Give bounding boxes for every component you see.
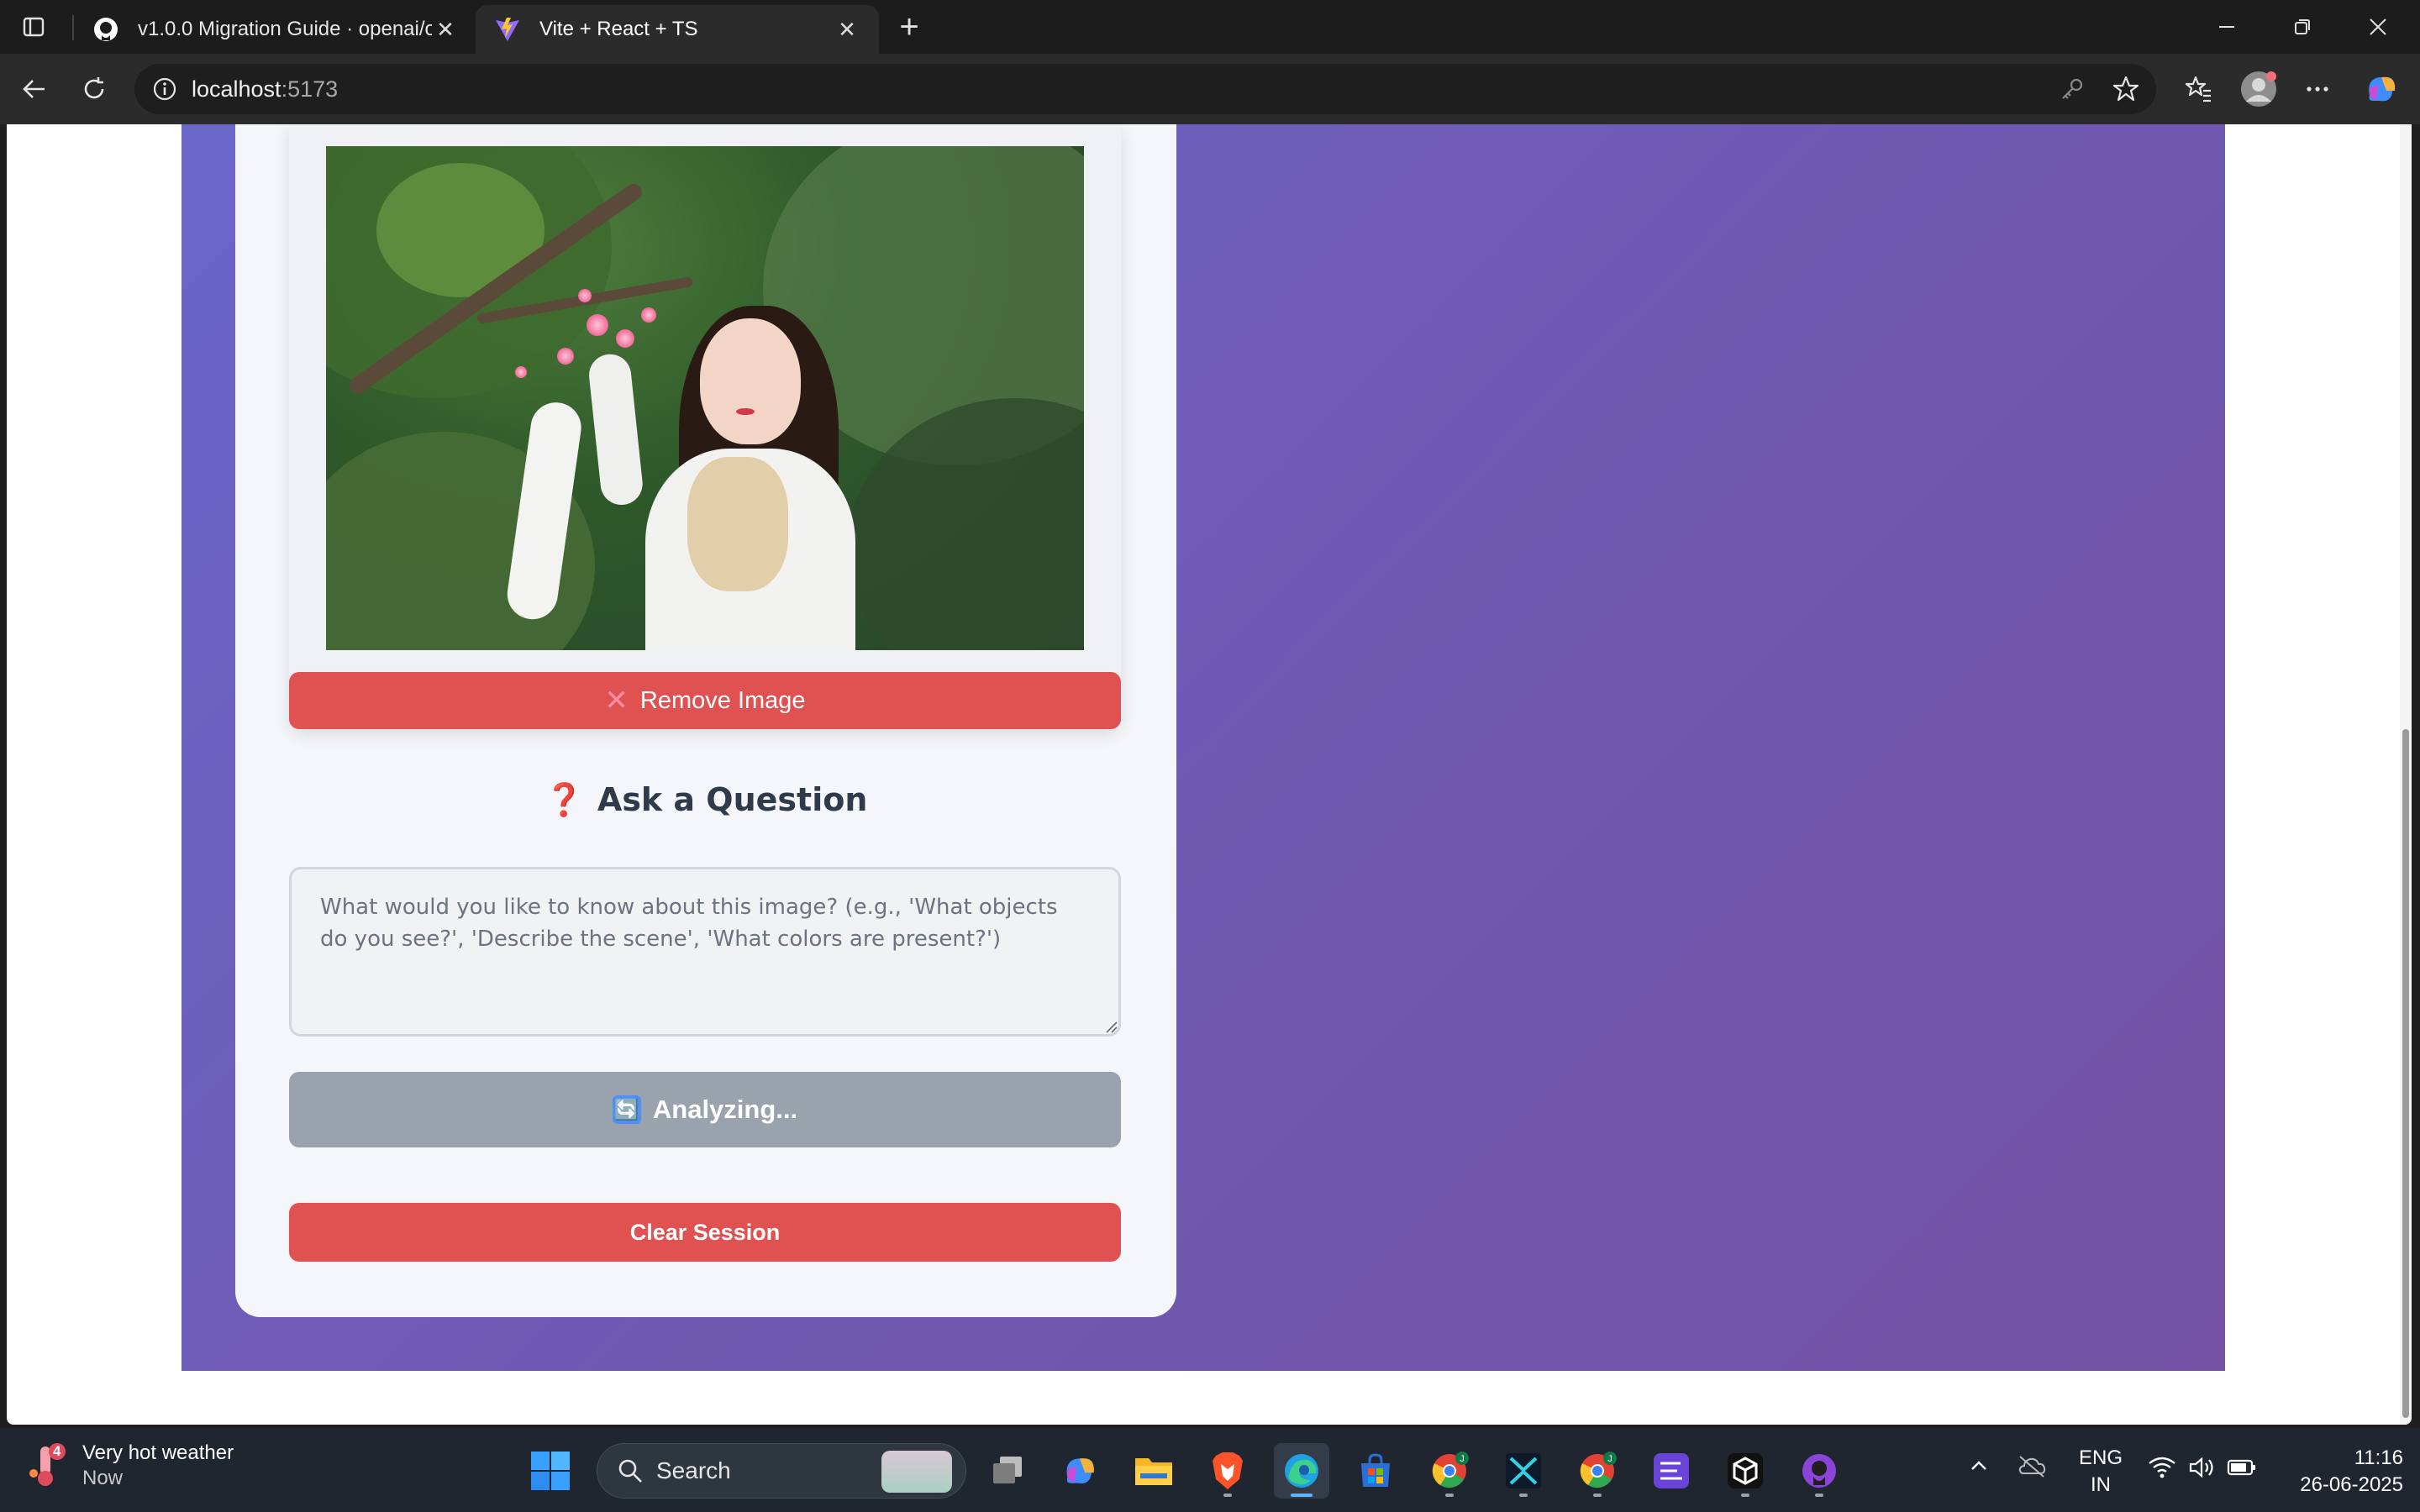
close-tab-icon[interactable]: ✕ xyxy=(432,16,459,43)
ask-question-title: Ask a Question xyxy=(597,781,868,818)
reload-icon xyxy=(84,77,104,99)
tab-title: v1.0.0 Migration Guide · openai/o xyxy=(138,18,432,40)
tab-title: Vite + React + TS xyxy=(539,18,698,40)
running-indicator xyxy=(1815,1494,1823,1497)
question-mark-icon: ❓ xyxy=(544,781,584,818)
running-indicator xyxy=(1741,1494,1749,1497)
tab-migration-guide[interactable]: v1.0.0 Migration Guide · openai/o ✕ xyxy=(74,5,477,54)
scrollbar-track[interactable] xyxy=(2400,124,2412,1425)
minimize-button[interactable] xyxy=(2193,7,2260,47)
minimize-icon xyxy=(2219,26,2234,28)
uploaded-image-preview xyxy=(326,146,1084,650)
task-view-icon[interactable] xyxy=(980,1443,1035,1499)
show-hidden-icons-chevron-icon[interactable] xyxy=(1966,1453,1991,1484)
scrollbar-thumb[interactable] xyxy=(2402,729,2409,1418)
tab-actions-button[interactable] xyxy=(13,10,54,44)
weather-widget[interactable]: 4 Very hot weather Now xyxy=(25,1440,234,1490)
close-icon xyxy=(2370,18,2386,35)
app-icon[interactable] xyxy=(1496,1443,1551,1499)
input-language[interactable]: ENG IN xyxy=(2075,1445,2126,1499)
restore-icon xyxy=(2295,19,2310,34)
running-indicator xyxy=(1519,1494,1528,1497)
url-host: localhost xyxy=(192,76,281,102)
running-indicator xyxy=(1445,1494,1454,1497)
store-icon[interactable] xyxy=(1348,1443,1403,1499)
favorites-icon[interactable] xyxy=(2178,69,2218,109)
search-icon xyxy=(618,1459,642,1483)
back-button[interactable] xyxy=(13,69,54,109)
site-info-icon[interactable] xyxy=(150,74,180,104)
browser-toolbar: localhost:5173 xyxy=(0,54,2420,124)
copilot-app-icon[interactable] xyxy=(1052,1443,1107,1499)
sidebar-icon xyxy=(23,17,45,37)
resize-handle-icon[interactable] xyxy=(1104,1020,1118,1033)
windows-logo-icon xyxy=(531,1452,570,1490)
profile-badge: J xyxy=(1607,1454,1612,1464)
cross-icon: ✕ xyxy=(604,685,629,717)
vite-icon xyxy=(494,16,521,43)
brave-icon[interactable] xyxy=(1200,1443,1255,1499)
search-highlight-image xyxy=(881,1451,952,1493)
running-indicator xyxy=(1593,1494,1602,1497)
favorite-star-icon[interactable] xyxy=(2109,72,2143,106)
notes-icon[interactable] xyxy=(1644,1443,1699,1499)
file-explorer-icon[interactable] xyxy=(1126,1443,1181,1499)
running-indicator xyxy=(1223,1494,1232,1497)
box-icon[interactable] xyxy=(1718,1443,1773,1499)
windows-taskbar: 4 Very hot weather Now Search J J ENG IN… xyxy=(0,1428,2420,1512)
profile-badge: J xyxy=(1460,1454,1465,1464)
profile-avatar-icon[interactable] xyxy=(2238,69,2279,109)
reload-button[interactable] xyxy=(74,69,114,109)
search-label: Search xyxy=(656,1457,731,1483)
restore-button[interactable] xyxy=(2269,7,2336,47)
new-tab-button[interactable]: + xyxy=(891,8,928,45)
running-indicator xyxy=(1291,1494,1313,1497)
edge-icon[interactable] xyxy=(1274,1443,1329,1499)
clock-date: 26-06-2025 xyxy=(2300,1473,2403,1496)
page-viewport: ✕ Remove Image ❓ Ask a Question 🔄 Analyzi… xyxy=(7,124,2412,1425)
language-code: ENG xyxy=(2078,1446,2123,1469)
tab-vite-react[interactable]: Vite + React + TS ✕ xyxy=(476,5,879,54)
battery-icon[interactable] xyxy=(2227,1457,2257,1484)
weather-subtitle: Now xyxy=(82,1467,124,1489)
remove-image-label: Remove Image xyxy=(639,686,806,714)
taskbar-search[interactable]: Search xyxy=(597,1443,966,1499)
onedrive-offline-icon[interactable] xyxy=(2017,1453,2047,1484)
start-button[interactable] xyxy=(529,1450,571,1492)
question-input[interactable] xyxy=(289,867,1121,1037)
github-icon xyxy=(92,16,119,43)
wifi-icon[interactable] xyxy=(2148,1455,2176,1486)
ask-question-heading: ❓ Ask a Question xyxy=(235,781,1176,819)
more-options-icon[interactable] xyxy=(2297,69,2338,109)
volume-icon[interactable] xyxy=(2188,1455,2217,1486)
tab-strip: v1.0.0 Migration Guide · openai/o ✕ Vite… xyxy=(0,0,2420,54)
weather-badge: 4 xyxy=(53,1443,61,1459)
image-qa-panel: ✕ Remove Image ❓ Ask a Question 🔄 Analyzi… xyxy=(235,124,1176,1317)
analyze-label: Analyzing... xyxy=(652,1095,798,1124)
chrome-profile-icon[interactable]: J xyxy=(1570,1443,1625,1499)
copilot-icon[interactable] xyxy=(2361,69,2402,109)
weather-title: Very hot weather xyxy=(82,1441,234,1464)
system-clock[interactable]: 11:16 26-06-2025 xyxy=(2269,1445,2403,1499)
github-desktop-icon[interactable] xyxy=(1791,1443,1847,1499)
back-arrow-icon xyxy=(23,80,45,98)
password-key-icon[interactable] xyxy=(2055,72,2089,106)
close-tab-icon[interactable]: ✕ xyxy=(834,16,860,43)
clear-session-button[interactable]: Clear Session xyxy=(289,1203,1121,1262)
region-code: IN xyxy=(2091,1473,2111,1496)
remove-image-button[interactable]: ✕ Remove Image xyxy=(289,672,1121,729)
url-port: :5173 xyxy=(281,76,339,102)
image-preview-card: ✕ Remove Image xyxy=(289,124,1121,729)
analyze-button[interactable]: 🔄 Analyzing... xyxy=(289,1072,1121,1147)
refresh-icon: 🔄 xyxy=(612,1095,641,1124)
clock-time: 11:16 xyxy=(2354,1446,2403,1469)
address-bar[interactable]: localhost:5173 xyxy=(134,64,2156,114)
thermometer-icon: 4 xyxy=(25,1440,67,1490)
close-window-button[interactable] xyxy=(2344,7,2412,47)
url-text: localhost:5173 xyxy=(192,76,338,102)
chrome-icon[interactable]: J xyxy=(1422,1443,1477,1499)
